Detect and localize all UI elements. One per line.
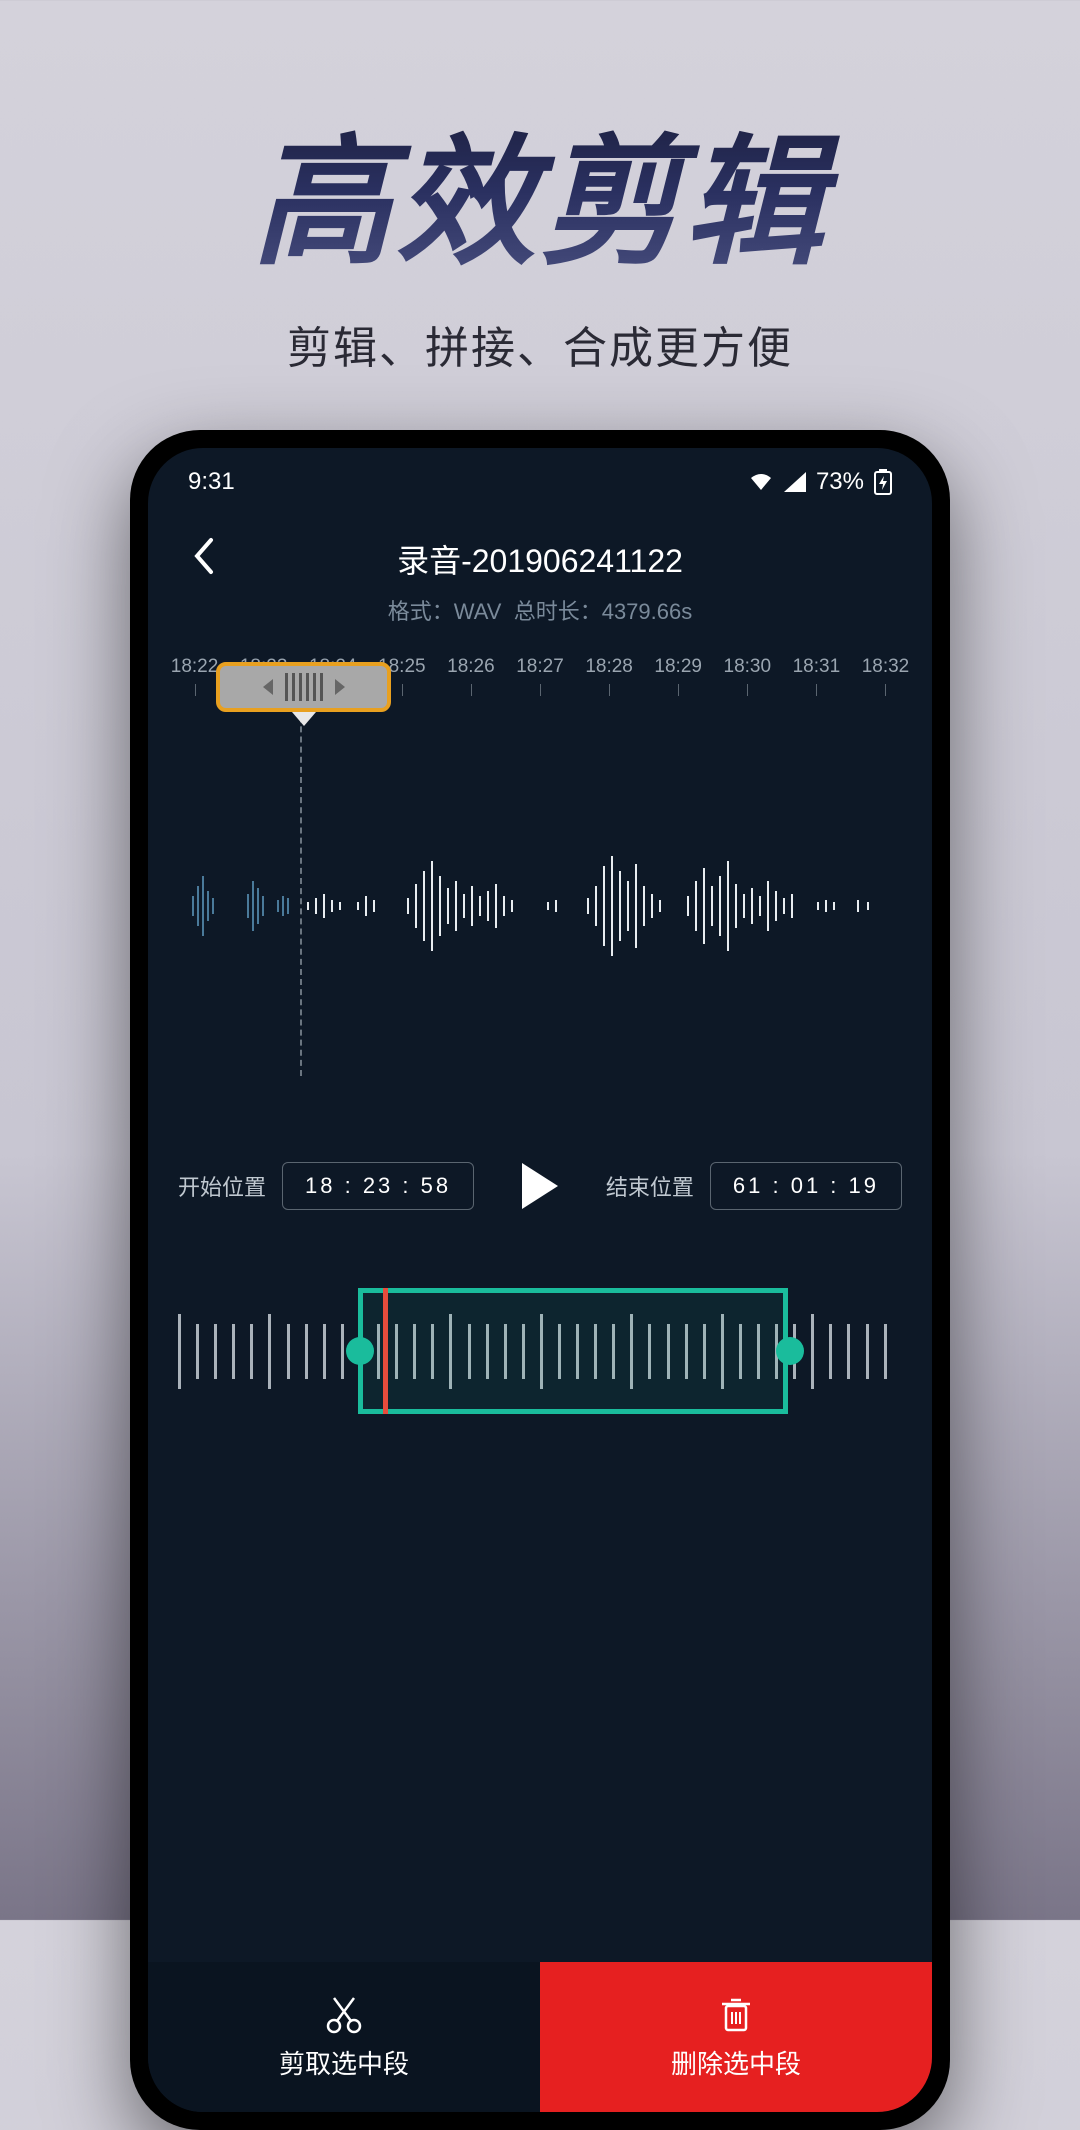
end-time-input[interactable]: 61 : 01 : 19 [710,1162,902,1210]
ruler-tick: 18:28 [575,656,644,678]
trash-icon [716,1994,756,2034]
selection-box[interactable] [358,1288,788,1414]
page-title: 录音-201906241122 [148,536,932,582]
scissors-icon [324,1994,364,2034]
delete-label: 删除选中段 [671,2044,801,2081]
range-selector[interactable] [178,1296,902,1406]
ruler-tick: 18:29 [644,656,713,678]
phone-screen: 9:31 73% 录音-201906241122 格式：WAV 总时长：4379… [148,448,932,2112]
status-bar: 9:31 73% [148,448,932,506]
app-bar: 录音-201906241122 格式：WAV 总时长：4379.66s [148,506,932,636]
phone-frame: 9:31 73% 录音-201906241122 格式：WAV 总时长：4379… [130,430,950,2130]
play-button[interactable] [510,1156,570,1216]
selection-cursor [383,1288,388,1414]
waveform-area[interactable] [148,736,932,1076]
chevron-left-icon [191,536,215,576]
hero-subtitle: 剪辑、拼接、合成更方便 [0,312,1080,376]
signal-icon [784,472,806,492]
battery-icon [874,469,892,495]
back-button[interactable] [178,531,228,581]
playhead-line [300,686,302,1076]
cut-selection-button[interactable]: 剪取选中段 [148,1962,540,2112]
cut-label: 剪取选中段 [279,2044,409,2081]
start-label: 开始位置 [178,1170,266,1202]
wifi-icon [748,472,774,492]
triangle-left-icon [263,679,273,695]
range-handle-end[interactable] [776,1337,804,1365]
file-meta: 格式：WAV 总时长：4379.66s [148,594,932,626]
bottom-action-bar: 剪取选中段 删除选中段 [148,1962,932,2112]
triangle-right-icon [335,679,345,695]
audio-waveform [148,826,928,986]
status-time: 9:31 [188,468,235,496]
ruler-tick: 18:31 [782,656,851,678]
hero-title: 高效剪辑 [0,90,1080,292]
time-controls: 开始位置 18 : 23 : 58 结束位置 61 : 01 : 19 [148,1076,932,1216]
delete-selection-button[interactable]: 删除选中段 [540,1962,932,2112]
play-icon [518,1161,562,1211]
ruler-tick: 18:26 [436,656,505,678]
ruler-tick: 18:30 [713,656,782,678]
start-time-input[interactable]: 18 : 23 : 58 [282,1162,474,1210]
ruler-tick: 18:27 [505,656,574,678]
seek-handle[interactable] [216,662,391,712]
battery-percent: 73% [816,468,864,496]
end-label: 结束位置 [606,1170,694,1202]
range-handle-start[interactable] [346,1337,374,1365]
ruler-tick: 18:32 [851,656,920,678]
